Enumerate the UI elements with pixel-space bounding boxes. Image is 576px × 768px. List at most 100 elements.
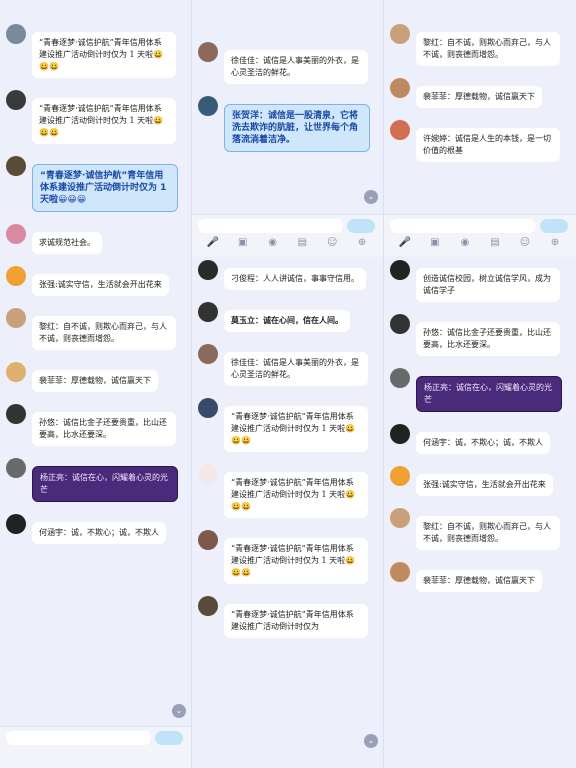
image-icon[interactable]: ▣: [236, 237, 250, 248]
message-bubble[interactable]: 裴菲菲：厚德载物，诚信赢天下: [416, 570, 542, 592]
chat-message[interactable]: “青春逐梦·诚信护航”青年信用体系建设推广活动倒计时仅为: [192, 594, 383, 638]
message-bubble[interactable]: 张贺洋：诚信是一股清泉，它将洗去欺诈的肮脏，让世界每个角落流淌着洁净。: [224, 104, 370, 152]
avatar[interactable]: [6, 224, 26, 244]
chat-message[interactable]: “青春逐梦·诚信护航”青年信用体系建设推广活动倒计时仅为 1 天啦😀😀😀: [192, 528, 383, 584]
chat-message[interactable]: 张强:诚实守信，生活就会开出花来: [0, 264, 191, 296]
message-bubble[interactable]: 刁俊程：人人讲诚信，事事守信用。: [224, 268, 366, 290]
chat-message[interactable]: “青春逐梦·诚信护航”青年信用体系建设推广活动倒计时仅为 1 天啦😀😀😀: [192, 396, 383, 452]
chat-message[interactable]: 张贺洋：诚信是一股清泉，它将洗去欺诈的肮脏，让世界每个角落流淌着洁净。: [192, 94, 383, 152]
chat-message[interactable]: 求诚规范社会。: [0, 222, 191, 254]
send-button-right[interactable]: [540, 219, 568, 233]
avatar[interactable]: [390, 314, 410, 334]
message-bubble[interactable]: 张强:诚实守信，生活就会开出花来: [416, 474, 553, 496]
message-bubble[interactable]: 徐佳佳：诚信是人事美丽的外衣，是心灵圣洁的鲜花。: [224, 352, 368, 386]
message-bubble[interactable]: 黎红：自不诚，则欺心而弃己，与人不诚，则丧德而增怨。: [416, 516, 560, 550]
camera-icon[interactable]: ◉: [458, 237, 472, 248]
plus-icon[interactable]: ⊕: [548, 237, 562, 248]
message-bubble[interactable]: 黎红：自不诚，则欺心而弃己，与人不诚，则丧德而增怨。: [416, 32, 560, 66]
mic-icon[interactable]: 🎤: [398, 237, 412, 248]
message-bubble[interactable]: 何涵宇：诚，不欺心；诚，不欺人: [416, 432, 550, 454]
message-bubble[interactable]: 创造诚信校园，树立诚信学风，成为诚信学子: [416, 268, 560, 302]
image-icon[interactable]: ▣: [428, 237, 442, 248]
message-input-middle[interactable]: [198, 219, 343, 233]
message-bubble[interactable]: “青春逐梦·诚信护航”青年信用体系建设推广活动倒计时仅为 1 天啦😀😀😀: [224, 472, 368, 518]
message-bubble[interactable]: 裴菲菲：厚德载物，诚信赢天下: [32, 370, 158, 392]
emoji-icon[interactable]: ☺: [518, 237, 532, 248]
chat-message[interactable]: “青春逐梦·诚信护航”青年信用体系建设推广活动倒计时仅为 1 天啦😀😀😀: [192, 462, 383, 518]
avatar[interactable]: [198, 344, 218, 364]
chat-message[interactable]: “青春逐梦·诚信护航”青年信用体系建设推广活动倒计时仅为 1 天啦😀😀😀: [0, 22, 191, 78]
scroll-down-icon[interactable]: ⌄: [364, 734, 378, 748]
scroll-down-icon[interactable]: ⌄: [364, 190, 378, 204]
avatar[interactable]: [6, 514, 26, 534]
chat-message[interactable]: 莫玉立：诚在心间，信在人间。: [192, 300, 383, 332]
chat-message[interactable]: 杨正亮：诚信在心，闪耀着心灵的光芒: [384, 366, 576, 412]
message-feed-right[interactable]: 黎红：自不诚，则欺心而弃己，与人不诚，则丧德而增怨。 裴菲菲：厚德载物，诚信赢天下…: [384, 22, 576, 602]
message-feed-middle[interactable]: 徐佳佳：诚信是人事美丽的外衣，是心灵圣洁的鲜花。张贺洋：诚信是一股清泉，它将洗去…: [192, 40, 383, 648]
avatar[interactable]: [198, 42, 218, 62]
message-bubble[interactable]: 杨正亮：诚信在心，闪耀着心灵的光芒: [416, 376, 562, 412]
message-feed-left[interactable]: “青春逐梦·诚信护航”青年信用体系建设推广活动倒计时仅为 1 天啦😀😀😀 “青春逐…: [0, 22, 191, 554]
avatar[interactable]: [198, 530, 218, 550]
message-bubble[interactable]: 求诚规范社会。: [32, 232, 102, 254]
emoji-icon[interactable]: ☺: [325, 237, 339, 248]
message-bubble[interactable]: 黎红：自不诚，则欺心而弃己，与人不诚，则丧德而增怨。: [32, 316, 176, 350]
avatar[interactable]: [390, 466, 410, 486]
avatar[interactable]: [390, 24, 410, 44]
chat-message[interactable]: 杨正亮：诚信在心，闪耀着心灵的光芒: [0, 456, 191, 502]
avatar[interactable]: [6, 156, 26, 176]
avatar[interactable]: [390, 260, 410, 280]
message-bubble[interactable]: “青春逐梦·诚信护航”青年信用体系建设推广活动倒计时仅为: [224, 604, 368, 638]
chat-panel-left[interactable]: “青春逐梦·诚信护航”青年信用体系建设推广活动倒计时仅为 1 天啦😀😀😀 “青春逐…: [0, 0, 192, 768]
chat-panel-middle[interactable]: 徐佳佳：诚信是人事美丽的外衣，是心灵圣洁的鲜花。张贺洋：诚信是一股清泉，它将洗去…: [192, 0, 384, 768]
chat-message[interactable]: 裴菲菲：厚德载物，诚信赢天下: [0, 360, 191, 392]
scroll-down-icon[interactable]: ⌄: [172, 704, 186, 718]
chat-message[interactable]: 张强:诚实守信，生活就会开出花来: [384, 464, 576, 496]
avatar[interactable]: [198, 96, 218, 116]
chat-message[interactable]: 黎红：自不诚，则欺心而弃己，与人不诚，则丧德而增怨。: [384, 22, 576, 66]
message-bubble[interactable]: 徐佳佳：诚信是人事美丽的外衣，是心灵圣洁的鲜花。: [224, 50, 368, 84]
message-input-right[interactable]: [390, 219, 536, 233]
send-button-left[interactable]: [155, 731, 183, 745]
chat-message[interactable]: 孙悠：诚信比金子还要贵重，比山还要高，比水还要深。: [384, 312, 576, 356]
message-bubble[interactable]: 杨正亮：诚信在心，闪耀着心灵的光芒: [32, 466, 178, 502]
chat-message[interactable]: 黎红：自不诚，则欺心而弃己，与人不诚，则丧德而增怨。: [0, 306, 191, 350]
avatar[interactable]: [198, 464, 218, 484]
chat-panel-right[interactable]: 黎红：自不诚，则欺心而弃己，与人不诚，则丧德而增怨。 裴菲菲：厚德载物，诚信赢天下…: [384, 0, 576, 768]
chat-message[interactable]: 裴菲菲：厚德载物，诚信赢天下: [384, 76, 576, 108]
message-bubble[interactable]: “青春逐梦·诚信护航”青年信用体系建设推广活动倒计时仅为 1 天啦😀😀😀: [224, 406, 368, 452]
avatar[interactable]: [198, 302, 218, 322]
avatar[interactable]: [390, 562, 410, 582]
avatar[interactable]: [6, 362, 26, 382]
send-button-middle[interactable]: [347, 219, 375, 233]
avatar[interactable]: [6, 308, 26, 328]
avatar[interactable]: [6, 266, 26, 286]
chat-message[interactable]: 刁俊程：人人讲诚信，事事守信用。: [192, 258, 383, 290]
chat-message[interactable]: 孙悠：诚信比金子还要贵重，比山还要高，比水还要深。: [0, 402, 191, 446]
message-bubble[interactable]: “青春逐梦·诚信护航”青年信用体系建设推广活动倒计时仅为 1 天啦😀😀😀: [32, 98, 176, 144]
chat-message[interactable]: 许婉婷：诚信是人生的本钱，是一切价值的根基: [384, 118, 576, 162]
chat-message[interactable]: “青春逐梦·诚信护航”青年信用体系建设推广活动倒计时仅为 1 天啦😀😀😀: [0, 154, 191, 212]
plus-icon[interactable]: ⊕: [355, 237, 369, 248]
message-bubble[interactable]: 裴菲菲：厚德载物，诚信赢天下: [416, 86, 542, 108]
chat-message[interactable]: 黎红：自不诚，则欺心而弃己，与人不诚，则丧德而增怨。: [384, 506, 576, 550]
chat-message[interactable]: 徐佳佳：诚信是人事美丽的外衣，是心灵圣洁的鲜花。: [192, 342, 383, 386]
message-bubble[interactable]: 孙悠：诚信比金子还要贵重，比山还要高，比水还要深。: [32, 412, 176, 446]
avatar[interactable]: [390, 78, 410, 98]
chat-message[interactable]: 何涵宇：诚，不欺心；诚，不欺人: [0, 512, 191, 544]
avatar[interactable]: [390, 368, 410, 388]
avatar[interactable]: [6, 24, 26, 44]
chat-message[interactable]: 裴菲菲：厚德载物，诚信赢天下: [384, 560, 576, 592]
chat-message[interactable]: 创造诚信校园，树立诚信学风，成为诚信学子: [384, 258, 576, 302]
message-bubble[interactable]: 莫玉立：诚在心间，信在人间。: [224, 310, 350, 332]
camera-icon[interactable]: ◉: [266, 237, 280, 248]
mic-icon[interactable]: 🎤: [206, 237, 220, 248]
avatar[interactable]: [390, 120, 410, 140]
chat-message[interactable]: 何涵宇：诚，不欺心；诚，不欺人: [384, 422, 576, 454]
chat-message[interactable]: 徐佳佳：诚信是人事美丽的外衣，是心灵圣洁的鲜花。: [192, 40, 383, 84]
avatar[interactable]: [6, 404, 26, 424]
avatar[interactable]: [6, 458, 26, 478]
message-bubble[interactable]: “青春逐梦·诚信护航”青年信用体系建设推广活动倒计时仅为 1 天啦😀😀😀: [224, 538, 368, 584]
gift-icon[interactable]: ▤: [295, 237, 309, 248]
message-bubble[interactable]: 孙悠：诚信比金子还要贵重，比山还要高，比水还要深。: [416, 322, 560, 356]
